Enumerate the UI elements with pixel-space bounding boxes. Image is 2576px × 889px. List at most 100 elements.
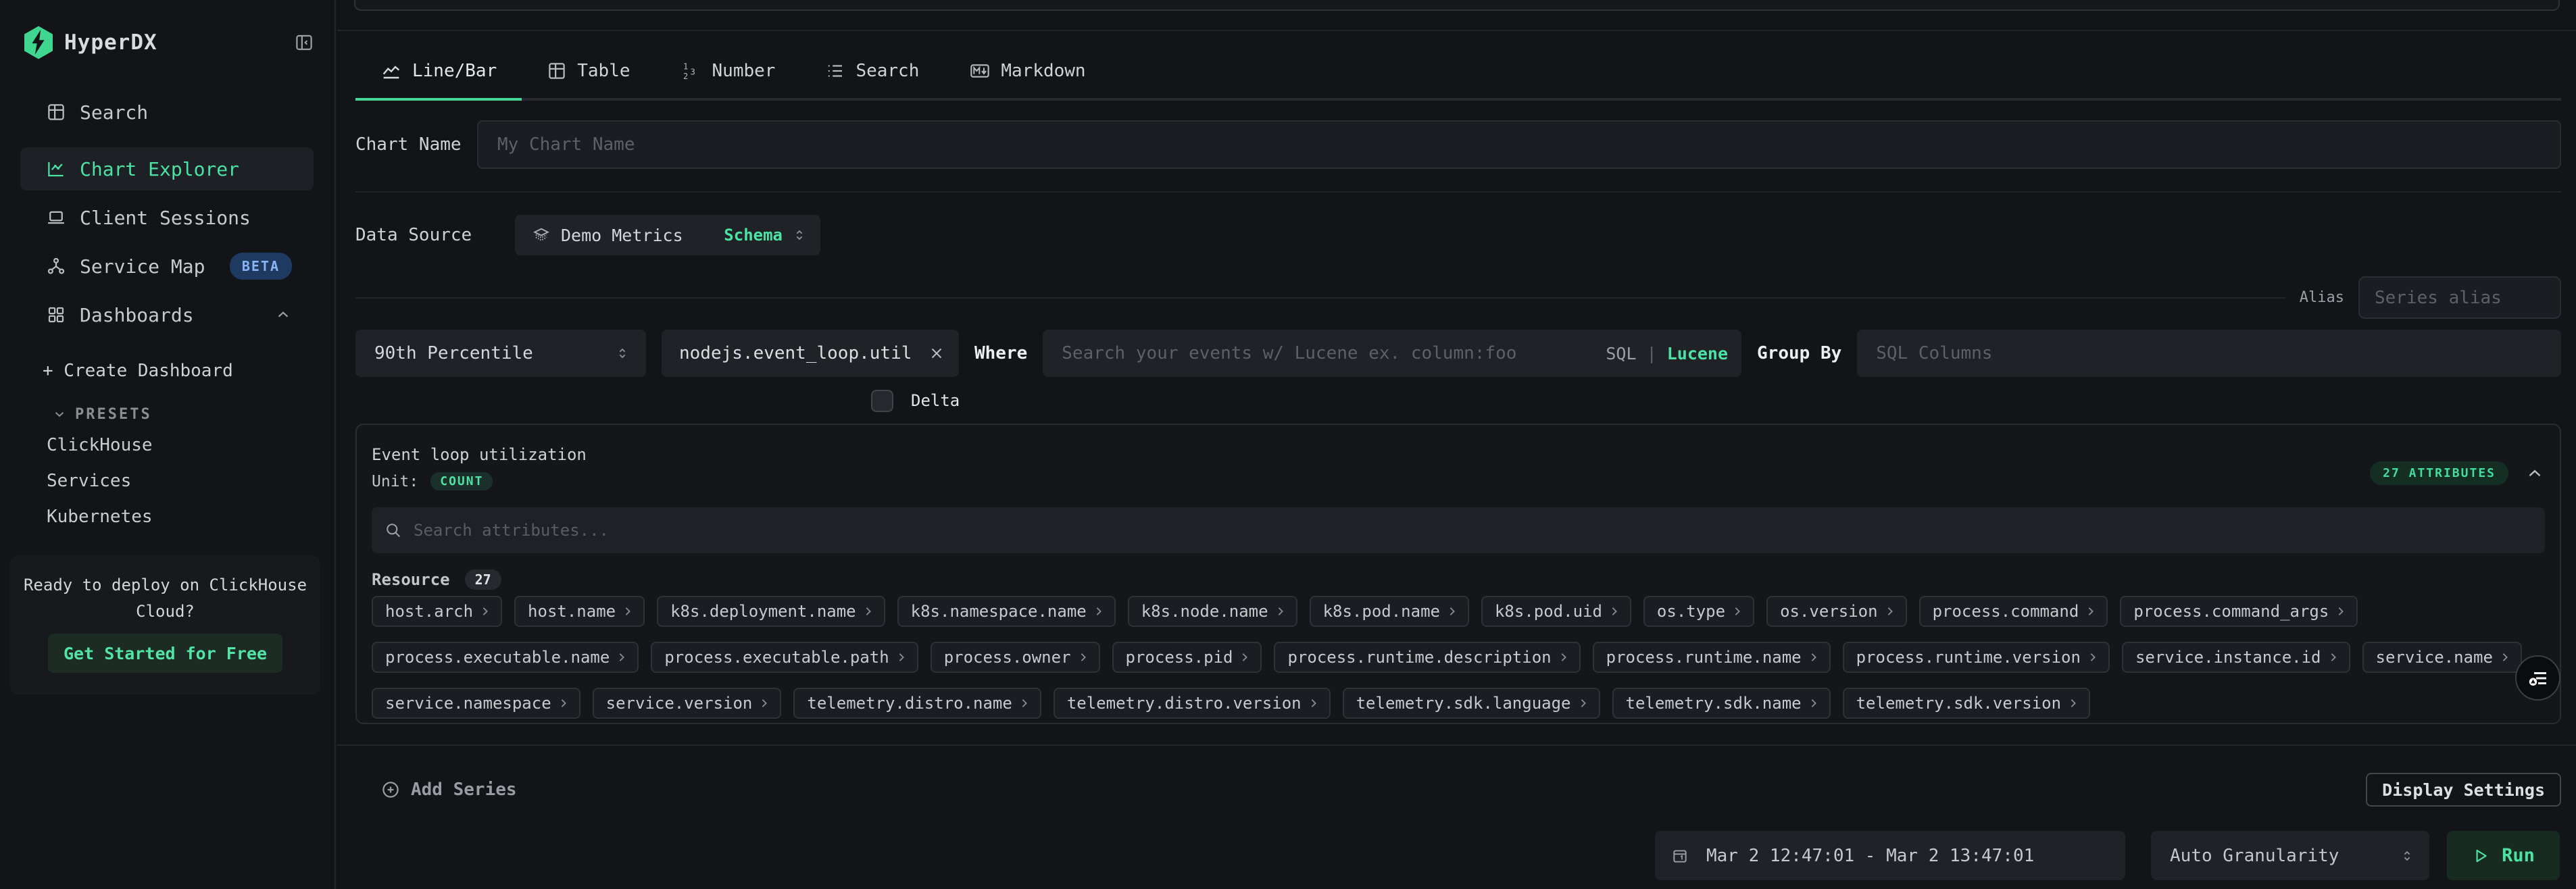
get-started-button[interactable]: Get Started for Free xyxy=(48,634,282,673)
tab-markdown[interactable]: Markdown xyxy=(944,44,1110,101)
chart-name-placeholder: My Chart Name xyxy=(497,134,635,155)
sidebar-item-chart-explorer[interactable]: Chart Explorer xyxy=(20,147,314,190)
chevron-right-icon xyxy=(1808,697,1820,709)
run-row: Mar 2 12:47:01 - Mar 2 13:47:01 Auto Gra… xyxy=(1655,831,2560,880)
tab-table[interactable]: Table xyxy=(522,44,655,101)
presets-toggle[interactable]: PRESETS xyxy=(52,405,152,424)
attribute-chip[interactable]: telemetry.distro.version xyxy=(1054,688,1331,719)
attribute-chip[interactable]: host.arch xyxy=(372,596,502,627)
sidebar-item-client-sessions[interactable]: Client Sessions xyxy=(20,196,314,239)
sidebar-item-service-map[interactable]: Service Map BETA xyxy=(20,245,314,288)
chevron-right-icon xyxy=(1018,697,1031,709)
tab-search[interactable]: Search xyxy=(800,44,944,101)
chevron-up-icon[interactable] xyxy=(274,306,292,324)
attribute-chip[interactable]: telemetry.sdk.name xyxy=(1612,688,1831,719)
attribute-chip[interactable]: telemetry.sdk.version xyxy=(1843,688,2090,719)
preset-item[interactable]: Services xyxy=(47,463,314,499)
sidebar-item-search[interactable]: Search xyxy=(20,91,314,134)
attribute-chip[interactable]: k8s.namespace.name xyxy=(897,596,1116,627)
presets-label: PRESETS xyxy=(75,406,152,423)
preset-item[interactable]: Kubernetes xyxy=(47,499,314,534)
data-source-select[interactable]: Demo Metrics Schema xyxy=(515,215,820,255)
feedback-widget-button[interactable] xyxy=(2515,655,2560,701)
attribute-chip[interactable]: host.name xyxy=(514,596,645,627)
divider xyxy=(355,191,2561,193)
tab-number[interactable]: 1 2 3 Number xyxy=(655,44,801,101)
chevron-right-icon xyxy=(1808,651,1820,663)
preset-item[interactable]: ClickHouse xyxy=(47,427,314,463)
main-content: Line/Bar Table 1 2 3 Number xyxy=(337,0,2576,889)
where-placeholder: Search your events w/ Lucene ex. column:… xyxy=(1062,343,1516,363)
chart-name-label: Chart Name xyxy=(355,134,477,155)
chevron-updown-icon xyxy=(2400,848,2414,863)
schema-link[interactable]: Schema xyxy=(724,226,783,245)
attribute-chip[interactable]: process.pid xyxy=(1112,642,1262,673)
attributes-search-input[interactable]: Search attributes... xyxy=(372,507,2545,553)
attribute-chip[interactable]: process.owner xyxy=(931,642,1100,673)
beta-badge: BETA xyxy=(230,253,292,280)
plus-circle-icon xyxy=(380,780,401,800)
chevron-down-icon xyxy=(52,407,67,422)
chevron-right-icon xyxy=(479,605,491,617)
data-source-row: Data Source Demo Metrics Schema xyxy=(355,215,2561,255)
group-by-input[interactable]: SQL Columns xyxy=(1857,330,2561,377)
global-search-bar-partial[interactable] xyxy=(354,0,2560,11)
chevron-right-icon xyxy=(2067,697,2079,709)
time-range-input[interactable]: Mar 2 12:47:01 - Mar 2 13:47:01 xyxy=(1655,831,2125,880)
run-button[interactable]: Run xyxy=(2447,831,2560,880)
tab-line-bar[interactable]: Line/Bar xyxy=(355,44,522,101)
attribute-chip[interactable]: telemetry.distro.name xyxy=(793,688,1041,719)
attribute-chip[interactable]: service.instance.id xyxy=(2122,642,2350,673)
attribute-chip[interactable]: k8s.pod.name xyxy=(1310,596,1469,627)
tab-label: Search xyxy=(856,61,919,81)
attribute-chip[interactable]: os.version xyxy=(1766,596,1907,627)
attribute-chip[interactable]: process.command xyxy=(1919,596,2108,627)
resource-count-badge: 27 xyxy=(465,569,501,590)
attribute-chip[interactable]: service.version xyxy=(593,688,782,719)
chart-name-input[interactable]: My Chart Name xyxy=(477,120,2561,169)
cloud-promo-card: Ready to deploy on ClickHouse Cloud? Get… xyxy=(10,555,320,694)
attribute-chip[interactable]: service.namespace xyxy=(372,688,580,719)
granularity-select[interactable]: Auto Granularity xyxy=(2151,831,2429,880)
language-switch: SQL | Lucene xyxy=(1606,344,1728,363)
chevron-right-icon xyxy=(1884,605,1896,617)
sql-toggle[interactable]: SQL xyxy=(1606,344,1636,363)
tab-label: Number xyxy=(712,61,776,81)
attribute-chip[interactable]: k8s.deployment.name xyxy=(657,596,885,627)
sidebar-item-dashboards[interactable]: Dashboards xyxy=(20,293,314,336)
attribute-chip[interactable]: process.command_args xyxy=(2120,596,2358,627)
attribute-chip[interactable]: k8s.node.name xyxy=(1128,596,1297,627)
aggregation-value: 90th Percentile xyxy=(374,343,533,363)
remove-metric-icon[interactable] xyxy=(928,345,945,362)
aggregation-select[interactable]: 90th Percentile xyxy=(355,330,646,377)
attribute-chip[interactable]: process.runtime.name xyxy=(1593,642,1831,673)
where-label: Where xyxy=(974,343,1027,363)
svg-text:3: 3 xyxy=(690,67,695,76)
attribute-chip[interactable]: os.type xyxy=(1643,596,1754,627)
attribute-chip[interactable]: process.executable.path xyxy=(651,642,918,673)
where-input[interactable]: Search your events w/ Lucene ex. column:… xyxy=(1043,330,1741,377)
attribute-chip[interactable]: process.runtime.version xyxy=(1843,642,2110,673)
attribute-chip[interactable]: k8s.pod.uid xyxy=(1481,596,1631,627)
display-settings-button[interactable]: Display Settings xyxy=(2366,773,2561,807)
lucene-toggle[interactable]: Lucene xyxy=(1667,344,1728,363)
sidebar-collapse-icon[interactable] xyxy=(294,32,314,53)
delta-checkbox[interactable] xyxy=(871,390,893,412)
metric-chip[interactable]: nodejs.event_loop.util xyxy=(662,330,959,377)
attribute-chip[interactable]: process.executable.name xyxy=(372,642,639,673)
collapse-attributes-icon[interactable] xyxy=(2525,463,2545,484)
add-series-button[interactable]: Add Series xyxy=(380,780,517,800)
create-dashboard-button[interactable]: + Create Dashboard xyxy=(43,359,233,382)
alias-input[interactable]: Series alias xyxy=(2358,276,2561,319)
attribute-chip[interactable]: telemetry.sdk.language xyxy=(1343,688,1600,719)
chevron-right-icon xyxy=(1308,697,1320,709)
metric-attributes-panel: Event loop utilization Unit: COUNT 27 AT… xyxy=(355,424,2561,724)
attribute-chip[interactable]: service.name xyxy=(2362,642,2522,673)
attribute-chip[interactable]: process.runtime.description xyxy=(1274,642,1580,673)
chevron-right-icon xyxy=(558,697,570,709)
search-grid-icon xyxy=(46,102,66,122)
resource-group-label: Resource xyxy=(372,570,450,589)
number-123-icon: 1 2 3 xyxy=(680,60,702,82)
attribute-chips: host.arch host.name k8s.deployme xyxy=(372,596,2545,719)
chevron-updown-icon xyxy=(615,346,630,361)
